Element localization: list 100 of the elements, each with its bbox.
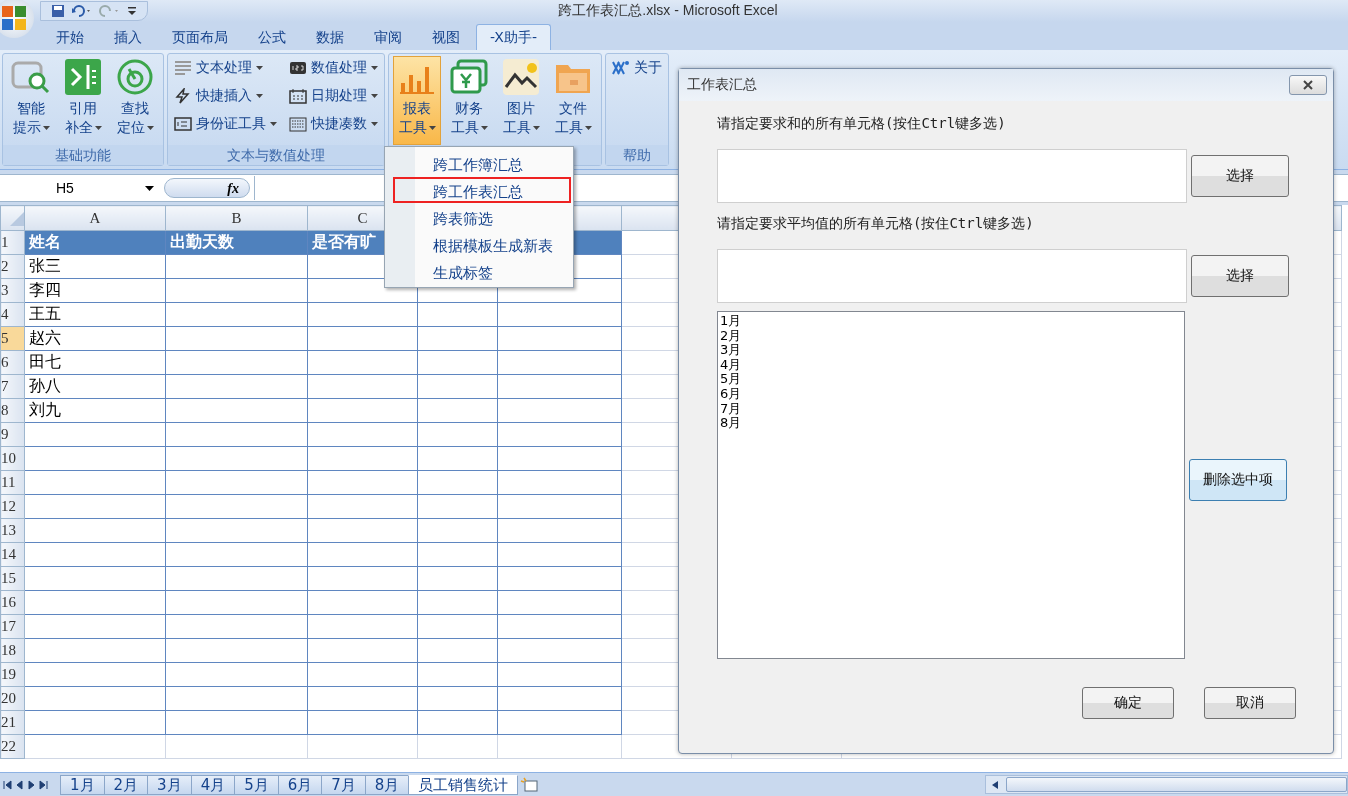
row-header[interactable]: 11 [0,470,25,495]
select-button[interactable]: 选择 [1191,155,1289,197]
row-header[interactable]: 5 [0,326,25,351]
ribbon-tab[interactable]: 插入 [100,24,156,50]
caret-icon [371,122,378,126]
sheet-tab[interactable]: 5月 [234,774,279,795]
ribbon-button[interactable]: 查找 定位 [111,56,159,145]
sheet-tab[interactable]: 4月 [190,774,236,795]
table-cell: 王五 [29,304,61,323]
caret-icon [256,66,263,70]
menu-item[interactable]: 跨工作簿汇总 [393,150,571,176]
scroll-left-icon[interactable] [990,779,1001,790]
sheet-tab[interactable]: 6月 [277,774,323,795]
row-header[interactable]: 16 [0,590,25,615]
row-header[interactable]: 4 [0,302,25,327]
ribbon-button[interactable]: 快捷凑数 [287,112,380,136]
row-header[interactable]: 15 [0,566,25,591]
row-header[interactable]: 13 [0,518,25,543]
name-box[interactable]: H5 [0,180,160,196]
caret-icon [256,94,263,98]
average-range-field[interactable] [717,249,1187,303]
row-header[interactable]: 14 [0,542,25,567]
ribbon-tab[interactable]: 视图 [418,24,474,50]
menu-item[interactable]: 跨工作表汇总 [393,177,571,203]
sum-range-field[interactable] [717,149,1187,203]
sheet-tab[interactable]: 8月 [364,774,410,795]
row-header[interactable]: 2 [0,254,25,279]
row-header[interactable]: 17 [0,614,25,639]
table-cell: 刘九 [29,400,61,419]
list-item[interactable]: 4月 [720,357,1182,373]
list-item[interactable]: 3月 [720,343,1182,358]
row-header[interactable]: 8 [0,398,25,423]
row-header[interactable]: 21 [0,710,25,735]
sheet-tab[interactable]: 7月 [321,774,366,795]
caret-icon [480,125,488,130]
select-button[interactable]: 选择 [1191,255,1289,297]
table-cell: 姓名 [29,232,61,251]
ribbon-button[interactable]: 身份证工具 [172,112,279,136]
sheet-tab[interactable]: 3月 [147,774,192,795]
table-cell: 出勤天数 [170,232,234,251]
list-item[interactable]: 5月 [720,372,1182,387]
table-cell: 是否有旷 [312,232,376,251]
sheet-tab[interactable]: 1月 [60,774,105,795]
customize-caret-icon[interactable] [127,5,137,17]
ribbon-tab[interactable]: 公式 [244,24,300,50]
row-header[interactable]: 12 [0,494,25,519]
sheet-tab[interactable]: 2月 [103,774,149,795]
ribbon-button[interactable]: 引用 补全 [59,56,107,145]
ribbon-button[interactable]: 财务 工具 [445,56,493,145]
column-header[interactable]: B [231,209,242,226]
menu-item[interactable]: 生成标签 [393,258,571,284]
ribbon-button[interactable]: 日期处理 [287,84,380,108]
list-item[interactable]: 6月 [720,386,1182,402]
field-label: 请指定要求和的所有单元格(按住Ctrl键多选) [717,115,1007,133]
office-logo-icon[interactable] [0,0,34,38]
list-item[interactable]: 2月 [720,328,1182,344]
row-header[interactable]: 19 [0,662,25,687]
ribbon-button[interactable]: 文本处理 [172,56,279,80]
list-item[interactable]: 1月 [720,314,1182,329]
row-header[interactable]: 20 [0,686,25,711]
table-cell: 李四 [29,280,61,299]
save-icon[interactable] [51,4,65,18]
column-header[interactable]: C [357,209,368,226]
close-icon [1302,80,1314,90]
ribbon-button[interactable]: 图片 工具 [497,56,545,145]
row-header[interactable]: 18 [0,638,25,663]
row-header[interactable]: 1 [0,230,25,255]
function-button[interactable]: fx [164,178,250,198]
close-button[interactable] [1289,75,1327,95]
delete-selected-button[interactable]: 删除选中项 [1189,459,1287,501]
row-header[interactable]: 6 [0,350,25,375]
undo-icon[interactable] [71,4,93,18]
row-header[interactable]: 10 [0,446,25,471]
ribbon-button[interactable]: 报表 工具 [393,56,441,145]
row-header[interactable]: 9 [0,422,25,447]
row-header[interactable]: 7 [0,374,25,399]
sheet-listbox[interactable]: 1月 2月 3月 4月 5月 6月 7月 8月 [717,311,1185,659]
ribbon-tab[interactable]: 审阅 [360,24,416,50]
menu-item[interactable]: 根据模板生成新表 [393,231,571,257]
ribbon-button[interactable]: 快捷插入 [172,84,279,108]
ribbon-button[interactable]: 文件 工具 [549,56,597,145]
column-header[interactable]: A [89,209,101,226]
ribbon-tab[interactable]: 开始 [42,24,98,50]
horizontal-scrollbar[interactable] [985,775,1348,794]
ok-button[interactable]: 确定 [1082,687,1174,719]
list-item[interactable]: 7月 [720,401,1182,417]
ribbon-button[interactable]: 关于 [610,56,664,80]
yen-icon [449,57,489,97]
ribbon-button[interactable]: 智能 提示 [7,56,55,145]
ribbon-tab[interactable]: 页面布局 [158,24,242,50]
list-item[interactable]: 8月 [720,416,1182,431]
row-header[interactable]: 22 [0,734,25,759]
ribbon-button[interactable]: 数值处理 [287,56,380,80]
group-label: 文本与数值处理 [168,145,384,165]
ribbon-tab[interactable]: -X助手- [476,24,551,50]
menu-item[interactable]: 跨表筛选 [393,204,571,230]
row-header[interactable]: 3 [0,278,25,303]
sheet-tab[interactable]: 员工销售统计 [408,774,519,795]
cancel-button[interactable]: 取消 [1204,687,1296,719]
ribbon-tab[interactable]: 数据 [302,24,358,50]
